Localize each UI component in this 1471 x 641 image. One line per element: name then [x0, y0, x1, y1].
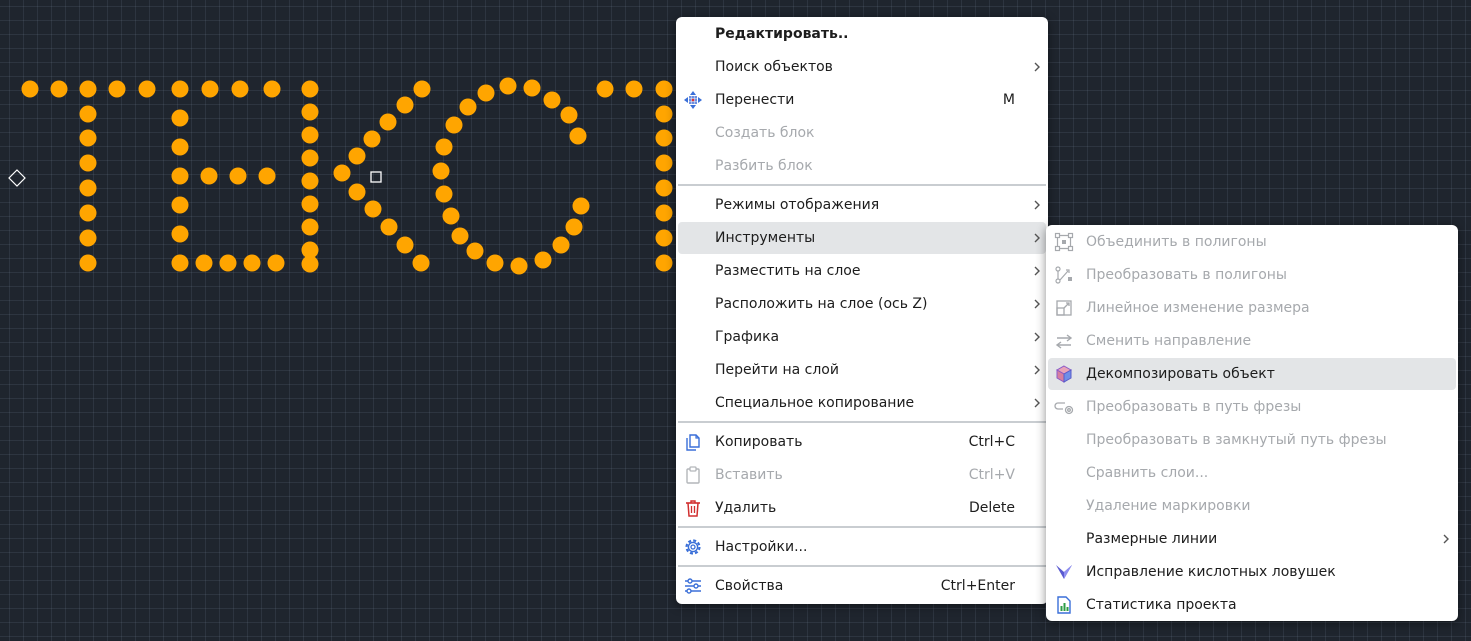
mill-path-icon	[1054, 397, 1074, 417]
move-icon	[683, 90, 703, 110]
chevron-right-icon	[1443, 534, 1449, 544]
submenu-item-label: Декомпозировать объект	[1086, 366, 1275, 382]
menu-item-label: Свойства	[715, 578, 784, 594]
submenu-item-convert-polygons[interactable]: Преобразовать в полигоны	[1048, 259, 1456, 291]
chevron-right-icon	[1034, 233, 1040, 243]
menu-item-label: Настройки...	[715, 539, 808, 555]
menu-item-edit[interactable]: Редактировать..	[678, 18, 1046, 50]
shortcut-label: Ctrl+C	[968, 434, 1015, 450]
context-menu: Редактировать.. Поиск объектов Перенести…	[676, 17, 1048, 604]
submenu-item-convert-mill-path[interactable]: Преобразовать в путь фрезы	[1048, 391, 1456, 423]
submenu-item-project-statistics[interactable]: Статистика проекта	[1048, 589, 1456, 621]
paste-icon	[683, 465, 703, 485]
settings-icon	[683, 537, 703, 557]
menu-item-find-objects[interactable]: Поиск объектов	[678, 51, 1046, 83]
menu-item-paste[interactable]: Вставить Ctrl+V	[678, 459, 1046, 491]
tools-submenu: Объединить в полигоны Преобразовать в по…	[1046, 225, 1458, 621]
menu-separator	[678, 421, 1046, 423]
menu-item-label: Поиск объектов	[715, 59, 833, 75]
menu-separator	[678, 526, 1046, 528]
merge-polygons-icon	[1054, 232, 1074, 252]
menu-item-explode-block[interactable]: Разбить блок	[678, 150, 1046, 182]
decompose-cube-icon	[1054, 364, 1074, 384]
menu-item-label: Удалить	[715, 500, 777, 516]
submenu-item-label: Сравнить слои...	[1086, 465, 1209, 481]
menu-item-label: Редактировать..	[715, 26, 849, 42]
submenu-item-convert-closed-mill-path[interactable]: Преобразовать в замкнутый путь фрезы	[1048, 424, 1456, 456]
chevron-right-icon	[1034, 200, 1040, 210]
menu-item-label: Инструменты	[715, 230, 816, 246]
resize-icon	[1054, 298, 1074, 318]
submenu-item-label: Преобразовать в замкнутый путь фрезы	[1086, 432, 1387, 448]
submenu-item-remove-marking[interactable]: Удаление маркировки	[1048, 490, 1456, 522]
shortcut-label: Delete	[969, 500, 1015, 516]
acid-trap-icon	[1054, 562, 1074, 582]
submenu-item-acid-trap-fix[interactable]: Исправление кислотных ловушек	[1048, 556, 1456, 588]
submenu-item-label: Сменить направление	[1086, 333, 1252, 349]
menu-separator	[678, 184, 1046, 186]
submenu-item-compare-layers[interactable]: Сравнить слои...	[1048, 457, 1456, 489]
chevron-right-icon	[1034, 266, 1040, 276]
menu-item-special-copy[interactable]: Специальное копирование	[678, 387, 1046, 419]
menu-item-label: Вставить	[715, 467, 783, 483]
submenu-item-label: Объединить в полигоны	[1086, 234, 1267, 250]
menu-item-label: Разбить блок	[715, 158, 813, 174]
convert-polygons-icon	[1054, 265, 1074, 285]
menu-separator	[678, 565, 1046, 567]
menu-item-label: Перейти на слой	[715, 362, 839, 378]
menu-item-create-block[interactable]: Создать блок	[678, 117, 1046, 149]
properties-icon	[683, 576, 703, 596]
submenu-item-label: Статистика проекта	[1086, 597, 1237, 613]
submenu-item-dimension-lines[interactable]: Размерные линии	[1048, 523, 1456, 555]
menu-item-label: Режимы отображения	[715, 197, 880, 213]
menu-item-label: Специальное копирование	[715, 395, 915, 411]
submenu-item-label: Размерные линии	[1086, 531, 1218, 547]
menu-item-label: Копировать	[715, 434, 803, 450]
menu-item-label: Графика	[715, 329, 780, 345]
menu-item-label: Перенести	[715, 92, 795, 108]
menu-item-graphics[interactable]: Графика	[678, 321, 1046, 353]
submenu-item-change-direction[interactable]: Сменить направление	[1048, 325, 1456, 357]
menu-item-label: Разместить на слое	[715, 263, 861, 279]
statistics-icon	[1054, 595, 1074, 615]
menu-item-settings[interactable]: Настройки...	[678, 531, 1046, 563]
dotted-letters	[21, 77, 673, 275]
submenu-item-label: Исправление кислотных ловушек	[1086, 564, 1336, 580]
selection-handle[interactable]	[370, 171, 382, 183]
submenu-item-label: Линейное изменение размера	[1086, 300, 1310, 316]
submenu-item-label: Преобразовать в путь фрезы	[1086, 399, 1302, 415]
chevron-right-icon	[1034, 62, 1040, 72]
menu-item-place-on-layer[interactable]: Разместить на слое	[678, 255, 1046, 287]
menu-item-move[interactable]: Перенести M	[678, 84, 1046, 116]
chevron-right-icon	[1034, 332, 1040, 342]
submenu-item-merge-polygons[interactable]: Объединить в полигоны	[1048, 226, 1456, 258]
menu-item-display-modes[interactable]: Режимы отображения	[678, 189, 1046, 221]
submenu-item-linear-resize[interactable]: Линейное изменение размера	[1048, 292, 1456, 324]
submenu-item-label: Преобразовать в полигоны	[1086, 267, 1287, 283]
submenu-item-decompose-object[interactable]: Декомпозировать объект	[1048, 358, 1456, 390]
shortcut-label: M	[1002, 92, 1015, 108]
menu-item-tools[interactable]: Инструменты	[678, 222, 1046, 254]
menu-item-label: Расположить на слое (ось Z)	[715, 296, 928, 312]
anchor-diamond[interactable]	[8, 169, 26, 187]
menu-item-go-to-layer[interactable]: Перейти на слой	[678, 354, 1046, 386]
chevron-right-icon	[1034, 398, 1040, 408]
shortcut-label: Ctrl+Enter	[940, 578, 1015, 594]
menu-item-copy[interactable]: Копировать Ctrl+C	[678, 426, 1046, 458]
menu-item-label: Создать блок	[715, 125, 815, 141]
menu-item-arrange-z[interactable]: Расположить на слое (ось Z)	[678, 288, 1046, 320]
copy-icon	[683, 432, 703, 452]
swap-direction-icon	[1054, 331, 1074, 351]
submenu-item-label: Удаление маркировки	[1086, 498, 1251, 514]
chevron-right-icon	[1034, 299, 1040, 309]
menu-item-delete[interactable]: Удалить Delete	[678, 492, 1046, 524]
chevron-right-icon	[1034, 365, 1040, 375]
menu-item-properties[interactable]: Свойства Ctrl+Enter	[678, 570, 1046, 602]
shortcut-label: Ctrl+V	[968, 467, 1015, 483]
delete-icon	[683, 498, 703, 518]
